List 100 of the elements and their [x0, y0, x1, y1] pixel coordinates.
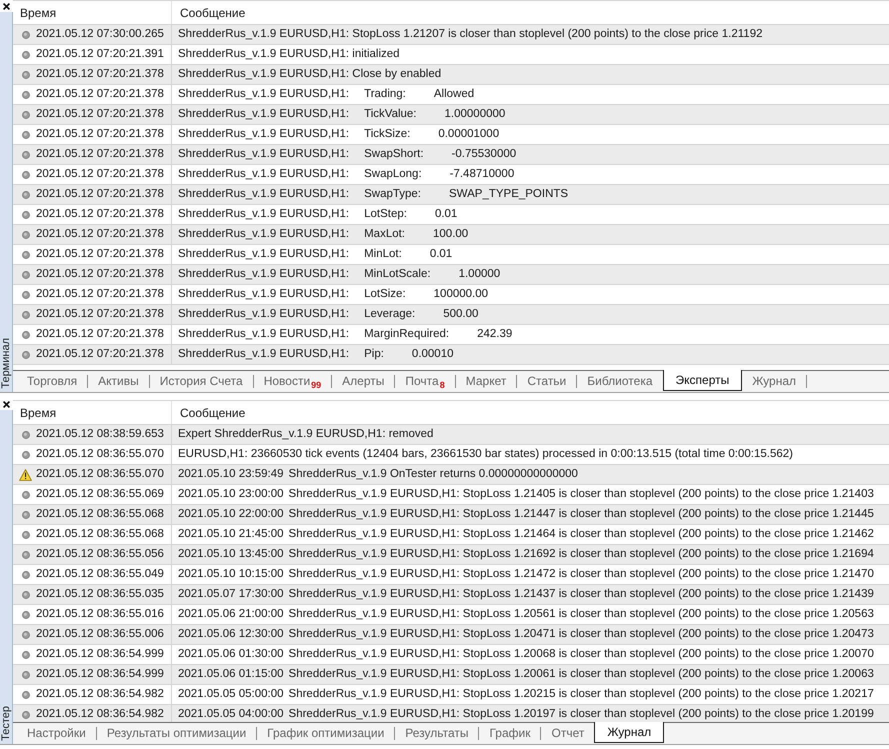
log-message: ShredderRus_v.1.9 EURUSD,H1:	[178, 246, 350, 262]
info-dot-icon	[22, 210, 30, 218]
info-dot-icon	[22, 650, 30, 658]
test-time: 2021.05.05 04:00:00	[178, 706, 284, 722]
log-row[interactable]: 2021.05.12 07:20:21.378 ShredderRus_v.1.9 EURUSD,H1: TickSize: 0.00001000	[13, 125, 889, 145]
log-row[interactable]: 2021.05.12 08:36:54.999 2021.05.06 01:30:00 ShredderRus_v.1.9 EURUSD,H1: StopLoss 1.20068 is closer than stoplevel (200 points) to the close price 1.20070	[13, 645, 889, 665]
info-dot-icon	[22, 30, 30, 38]
tab[interactable]: Активы	[88, 371, 149, 391]
tab[interactable]: Торговля	[17, 371, 88, 391]
panel-title[interactable]: Терминал	[0, 338, 12, 389]
tab[interactable]: Журнал	[594, 722, 664, 743]
log-row[interactable]: 2021.05.12 07:20:21.378 ShredderRus_v.1.9 EURUSD,H1: Leverage: 500.00	[13, 305, 889, 325]
log-row[interactable]: 2021.05.12 08:36:54.999 2021.05.06 01:15:00 ShredderRus_v.1.9 EURUSD,H1: StopLoss 1.20061 is closer than stoplevel (200 points) to the close price 1.20063	[13, 665, 889, 685]
column-header[interactable]: Сообщение	[172, 1, 889, 24]
timestamp: 2021.05.12 08:36:54.982	[36, 706, 164, 722]
log-row[interactable]: 2021.05.12 07:20:21.378 ShredderRus_v.1.9 EURUSD,H1: SwapShort: -0.75530000	[13, 145, 889, 165]
timestamp: 2021.05.12 07:20:21.378	[36, 346, 164, 362]
tab[interactable]: Статьи	[517, 371, 576, 391]
tab[interactable]: Отчет	[541, 723, 594, 743]
log-row[interactable]: 2021.05.12 08:36:55.068 2021.05.10 22:00:00 ShredderRus_v.1.9 EURUSD,H1: StopLoss 1.21447 is closer than stoplevel (200 points) to the close price 1.21445	[13, 505, 889, 525]
log-row[interactable]: 2021.05.12 07:20:21.378 ShredderRus_v.1.9 EURUSD,H1: Pip: 0.00010	[13, 345, 889, 365]
log-row[interactable]: 2021.05.12 08:36:55.070 EURUSD,H1: 23660530 tick events (12404 bars, 23661530 bar states) processed in 0:00:13.515 (total time 0:00:15.562)	[13, 445, 889, 465]
log-row[interactable]: 2021.05.12 07:20:21.378 ShredderRus_v.1.9 EURUSD,H1: SwapLong: -7.48710000	[13, 165, 889, 185]
log-row[interactable]: 2021.05.12 08:36:55.070 2021.05.10 23:59:49 ShredderRus_v.1.9 OnTester returns 0.00000000000000	[13, 465, 889, 485]
test-time: 2021.05.06 01:15:00	[178, 666, 284, 682]
tab[interactable]: Журнал	[742, 371, 806, 391]
timestamp: 2021.05.12 08:36:55.006	[36, 626, 164, 642]
log-message: ShredderRus_v.1.9 EURUSD,H1: StopLoss 1.21207 is closer than stoplevel (200 points) to the close price 1.21192	[178, 26, 762, 42]
tab[interactable]: Настройки	[17, 723, 96, 743]
log-message: ShredderRus_v.1.9 EURUSD,H1:	[178, 126, 350, 142]
log-message: ShredderRus_v.1.9 EURUSD,H1:	[178, 146, 350, 162]
info-dot-icon	[22, 170, 30, 178]
param-name: TickValue:	[364, 106, 417, 122]
tab[interactable]: График	[479, 723, 540, 743]
log-message: ShredderRus_v.1.9 EURUSD,H1:	[178, 206, 350, 222]
log-row[interactable]: 2021.05.12 08:36:55.016 2021.05.06 21:00:00 ShredderRus_v.1.9 EURUSD,H1: StopLoss 1.20561 is closer than stoplevel (200 points) to the close price 1.20563	[13, 605, 889, 625]
tab[interactable]: Результаты	[395, 723, 478, 743]
tab[interactable]: Алерты	[332, 371, 394, 391]
param-value: SWAP_TYPE_POINTS	[449, 186, 568, 202]
log-message: ShredderRus_v.1.9 EURUSD,H1:	[178, 286, 350, 302]
test-time: 2021.05.10 10:15:00	[178, 566, 284, 582]
timestamp: 2021.05.12 07:20:21.378	[36, 146, 164, 162]
test-time: 2021.05.06 01:30:00	[178, 646, 284, 662]
tab[interactable]: Маркет	[456, 371, 516, 391]
param-value: 500.00	[443, 306, 478, 322]
info-dot-icon	[22, 690, 30, 698]
log-row[interactable]: 2021.05.12 08:38:59.653 Expert ShredderRus_v.1.9 EURUSD,H1: removed	[13, 425, 889, 445]
tab[interactable]: Библиотека	[577, 371, 663, 391]
log-row[interactable]: 2021.05.12 08:36:54.982 2021.05.05 04:00:00 ShredderRus_v.1.9 EURUSD,H1: StopLoss 1.20197 is closer than stoplevel (200 points) to the close price 1.20199	[13, 705, 889, 722]
log-row[interactable]: 2021.05.12 07:20:21.378 ShredderRus_v.1.9 EURUSD,H1: Close by enabled	[13, 65, 889, 85]
test-time: 2021.05.10 23:59:49	[178, 466, 284, 482]
log-row[interactable]: 2021.05.12 07:20:21.378 ShredderRus_v.1.9 EURUSD,H1: MinLot: 0.01	[13, 245, 889, 265]
log-row[interactable]: 2021.05.12 07:30:00.265 ShredderRus_v.1.9 EURUSD,H1: StopLoss 1.21207 is closer than stoplevel (200 points) to the close price 1.21192	[13, 25, 889, 45]
column-header[interactable]: Сообщение	[172, 401, 889, 424]
timestamp: 2021.05.12 08:36:55.035	[36, 586, 164, 602]
timestamp: 2021.05.12 07:20:21.378	[36, 226, 164, 242]
log-row[interactable]: 2021.05.12 08:36:55.056 2021.05.10 13:45:00 ShredderRus_v.1.9 EURUSD,H1: StopLoss 1.21692 is closer than stoplevel (200 points) to the close price 1.21694	[13, 545, 889, 565]
log-row[interactable]: 2021.05.12 08:36:55.035 2021.05.07 17:30:00 ShredderRus_v.1.9 EURUSD,H1: StopLoss 1.21437 is closer than stoplevel (200 points) to the close price 1.21439	[13, 585, 889, 605]
log-row[interactable]: 2021.05.12 08:36:55.049 2021.05.10 10:15:00 ShredderRus_v.1.9 EURUSD,H1: StopLoss 1.21472 is closer than stoplevel (200 points) to the close price 1.21470	[13, 565, 889, 585]
log-row[interactable]: 2021.05.12 07:20:21.378 ShredderRus_v.1.9 EURUSD,H1: MaxLot: 100.00	[13, 225, 889, 245]
param-name: MarginRequired:	[364, 326, 450, 342]
log-row[interactable]: 2021.05.12 08:36:55.069 2021.05.10 23:00:00 ShredderRus_v.1.9 EURUSD,H1: StopLoss 1.21405 is closer than stoplevel (200 points) to the close price 1.21403	[13, 485, 889, 505]
log-message: ShredderRus_v.1.9 EURUSD,H1:	[178, 86, 350, 102]
panel-title[interactable]: Тестер	[0, 706, 12, 741]
param-name: SwapType:	[364, 186, 421, 202]
param-name: MaxLot:	[364, 226, 406, 242]
log-row[interactable]: 2021.05.12 07:20:21.378 ShredderRus_v.1.9 EURUSD,H1: LotSize: 100000.00	[13, 285, 889, 305]
log-row[interactable]: 2021.05.12 07:20:21.378 ShredderRus_v.1.9 EURUSD,H1: MarginRequired: 242.39	[13, 325, 889, 345]
timestamp: 2021.05.12 07:20:21.378	[36, 126, 164, 142]
log-row[interactable]: 2021.05.12 07:20:21.391 ShredderRus_v.1.9 EURUSD,H1: initialized	[13, 45, 889, 65]
info-dot-icon	[22, 550, 30, 558]
info-dot-icon	[22, 230, 30, 238]
test-time: 2021.05.10 22:00:00	[178, 506, 284, 522]
timestamp: 2021.05.12 08:36:55.070	[36, 446, 164, 462]
param-value: -0.75530000	[452, 146, 516, 162]
log-row[interactable]: 2021.05.12 07:20:21.378 ShredderRus_v.1.9 EURUSD,H1: TickValue: 1.00000000	[13, 105, 889, 125]
log-row[interactable]: 2021.05.12 08:36:55.006 2021.05.06 12:30:00 ShredderRus_v.1.9 EURUSD,H1: StopLoss 1.20471 is closer than stoplevel (200 points) to the close price 1.20473	[13, 625, 889, 645]
log-row[interactable]: 2021.05.12 07:20:21.378 ShredderRus_v.1.9 EURUSD,H1: LotStep: 0.01	[13, 205, 889, 225]
log-message: ShredderRus_v.1.9 EURUSD,H1: initialized	[178, 46, 400, 62]
tab[interactable]: История Счета	[150, 371, 253, 391]
log-message: ShredderRus_v.1.9 EURUSD,H1: StopLoss 1.20471 is closer than stoplevel (200 points) to the close price 1.20473	[288, 626, 874, 642]
close-icon[interactable]	[3, 400, 10, 408]
info-dot-icon	[22, 310, 30, 318]
log-message: ShredderRus_v.1.9 EURUSD,H1: StopLoss 1.21437 is closer than stoplevel (200 points) to the close price 1.21439	[288, 586, 874, 602]
log-row[interactable]: 2021.05.12 07:20:21.378 ShredderRus_v.1.9 EURUSD,H1: Trading: Allowed	[13, 85, 889, 105]
log-row[interactable]: 2021.05.12 08:36:54.982 2021.05.05 05:00:00 ShredderRus_v.1.9 EURUSD,H1: StopLoss 1.20215 is closer than stoplevel (200 points) to the close price 1.20217	[13, 685, 889, 705]
close-icon[interactable]	[3, 2, 10, 10]
log-row[interactable]: 2021.05.12 08:36:55.068 2021.05.10 21:45:00 ShredderRus_v.1.9 EURUSD,H1: StopLoss 1.21464 is closer than stoplevel (200 points) to the close price 1.21462	[13, 525, 889, 545]
column-header[interactable]: Время	[13, 1, 172, 24]
tab[interactable]: Эксперты	[662, 370, 742, 391]
log-row[interactable]: 2021.05.12 07:20:21.378 ShredderRus_v.1.9 EURUSD,H1: MinLotScale: 1.00000	[13, 265, 889, 285]
timestamp: 2021.05.12 08:38:59.653	[36, 426, 164, 442]
info-dot-icon	[22, 250, 30, 258]
info-dot-icon	[22, 490, 30, 498]
tab[interactable]: Результаты оптимизации	[96, 723, 256, 743]
info-dot-icon	[22, 50, 30, 58]
tab[interactable]: График оптимизации	[257, 723, 394, 743]
param-name: SwapLong:	[364, 166, 422, 182]
log-row[interactable]: 2021.05.12 07:20:21.378 ShredderRus_v.1.9 EURUSD,H1: SwapType: SWAP_TYPE_POINTS	[13, 185, 889, 205]
column-header[interactable]: Время	[13, 401, 172, 424]
